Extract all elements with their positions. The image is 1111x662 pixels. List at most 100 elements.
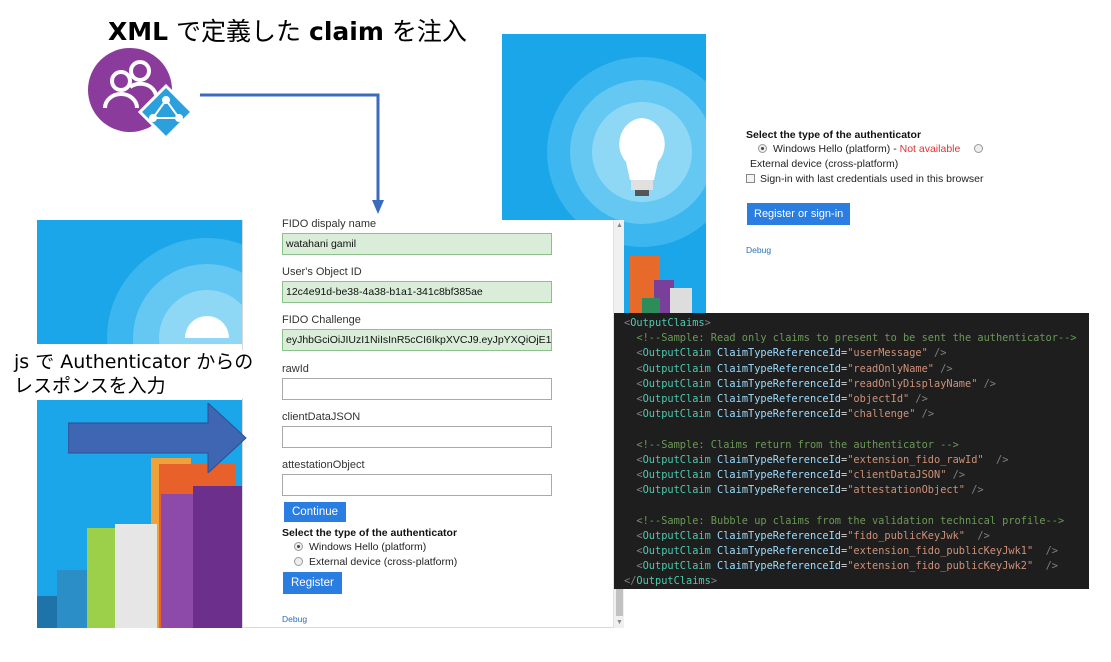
- code-line: [624, 498, 1089, 513]
- code-token: OutputClaim: [642, 560, 711, 573]
- title-middle: で定義した: [168, 17, 309, 46]
- code-token: OutputClaim: [642, 469, 711, 482]
- code-token: ClaimTypeReferenceId: [717, 408, 842, 421]
- code-token: ClaimTypeReferenceId: [717, 393, 842, 406]
- option-cross-platform[interactable]: External device (cross-platform): [294, 556, 457, 568]
- code-token: <!--Sample: Claims return from the authe…: [636, 438, 959, 451]
- challenge-field[interactable]: eyJhbGciOiJIUzI1NiIsInR5cCI6IkpXVCJ9.eyJ…: [282, 329, 552, 351]
- signin-panel: Select the type of the authenticator Win…: [706, 34, 1006, 284]
- authenticator-heading: Select the type of the authenticator: [282, 527, 458, 539]
- code-token: "fido_publicKeyJwk": [847, 529, 966, 542]
- code-token: >: [704, 317, 711, 329]
- attestation-object-label: attestationObject: [282, 459, 365, 471]
- client-data-json-label: clientDataJSON: [282, 411, 361, 423]
- register-or-signin-button[interactable]: Register or sign-in: [747, 203, 851, 225]
- title-prefix: XML: [108, 17, 169, 46]
- code-token: OutputClaim: [642, 545, 711, 558]
- platform-radio[interactable]: [294, 542, 303, 551]
- code-token: ClaimTypeReferenceId: [717, 469, 842, 482]
- code-token: />: [1045, 560, 1059, 573]
- code-line: <OutputClaim ClaimTypeReferenceId="fido_…: [624, 529, 1089, 544]
- code-token: "clientDataJSON": [847, 469, 947, 482]
- code-line: <OutputClaim ClaimTypeReferenceId="exten…: [624, 559, 1089, 574]
- code-line: <OutputClaim ClaimTypeReferenceId="readO…: [624, 377, 1089, 392]
- signin-heading: Select the type of the authenticator: [746, 129, 922, 141]
- code-line: <OutputClaim ClaimTypeReferenceId="exten…: [624, 453, 1089, 468]
- code-token: />: [983, 377, 997, 390]
- code-token: />: [934, 347, 947, 360]
- azure-ad-users-icon: [88, 48, 195, 140]
- remember-credentials[interactable]: Sign-in with last credentials used in th…: [746, 173, 984, 185]
- code-token: OutputClaim: [642, 408, 711, 421]
- code-token: OutputClaim: [642, 362, 711, 375]
- connector-arrow: [200, 93, 384, 214]
- code-token: "challenge": [847, 408, 916, 421]
- code-token: "userMessage": [847, 347, 928, 360]
- code-token: />: [952, 469, 966, 482]
- code-line: <OutputClaim ClaimTypeReferenceId="chall…: [624, 407, 1089, 422]
- signin-cross-radio[interactable]: [974, 144, 984, 153]
- fido-register-form: FIDO dispaly name watahani gamil User's …: [242, 218, 624, 628]
- code-token: />: [1045, 545, 1059, 558]
- scroll-up-icon[interactable]: ▲: [616, 222, 623, 229]
- scroll-down-icon[interactable]: ▼: [616, 619, 623, 626]
- debug-link[interactable]: Debug: [282, 614, 307, 624]
- code-line: <OutputClaim ClaimTypeReferenceId="objec…: [624, 392, 1089, 407]
- remember-label: Sign-in with last credentials used in th…: [760, 173, 984, 185]
- title-keyword: claim: [309, 17, 384, 46]
- raw-id-field[interactable]: [282, 378, 552, 400]
- code-token: ClaimTypeReferenceId: [717, 560, 842, 573]
- remember-checkbox[interactable]: [746, 174, 755, 183]
- code-token: ClaimTypeReferenceId: [717, 362, 842, 375]
- code-token: OutputClaim: [642, 453, 711, 466]
- display-name-field[interactable]: watahani gamil: [282, 233, 552, 255]
- code-token: "attestationObject": [847, 484, 966, 497]
- code-token: "readOnlyName": [847, 362, 935, 375]
- attestation-object-field[interactable]: [282, 474, 552, 496]
- cross-platform-radio[interactable]: [294, 557, 303, 566]
- client-data-json-field[interactable]: [282, 426, 552, 448]
- code-token: "extension_fido_publicKeyJwk1": [847, 545, 1034, 558]
- object-id-field[interactable]: 12c4e91d-be38-4a38-b1a1-341c8bf385ae: [282, 281, 552, 303]
- register-button[interactable]: Register: [283, 572, 342, 594]
- right-arrow-icon: [68, 403, 247, 473]
- code-token: "readOnlyDisplayName": [847, 377, 978, 390]
- code-token: />: [996, 453, 1009, 466]
- not-available-text: Not available: [899, 143, 961, 155]
- code-line: <!--Sample: Read only claims to present …: [624, 331, 1089, 346]
- signin-debug-link[interactable]: Debug: [746, 245, 771, 255]
- code-token: />: [921, 408, 935, 421]
- code-line: <OutputClaim ClaimTypeReferenceId="userM…: [624, 346, 1089, 361]
- challenge-label: FIDO Challenge: [282, 314, 361, 326]
- code-token: OutputClaim: [642, 347, 711, 360]
- object-id-label: User's Object ID: [282, 266, 362, 278]
- display-name-label: FIDO dispaly name: [282, 218, 377, 230]
- signin-option-platform[interactable]: Windows Hello (platform) - Not available: [758, 143, 989, 155]
- code-token: <!--Sample: Bubble up claims from the va…: [636, 514, 1065, 527]
- code-token: OutputClaim: [642, 484, 711, 497]
- signin-platform-radio[interactable]: [758, 144, 767, 153]
- code-token: OutputClaims: [636, 575, 711, 588]
- code-line: <!--Sample: Bubble up claims from the va…: [624, 514, 1089, 529]
- continue-button[interactable]: Continue: [284, 502, 347, 522]
- signin-option-cross[interactable]: External device (cross-platform): [750, 158, 898, 170]
- title-suffix: を注入: [383, 17, 467, 46]
- code-token: OutputClaim: [642, 393, 711, 406]
- code-line: <OutputClaims>: [624, 316, 1089, 331]
- option-platform[interactable]: Windows Hello (platform): [294, 541, 426, 553]
- code-token: "objectId": [847, 393, 910, 406]
